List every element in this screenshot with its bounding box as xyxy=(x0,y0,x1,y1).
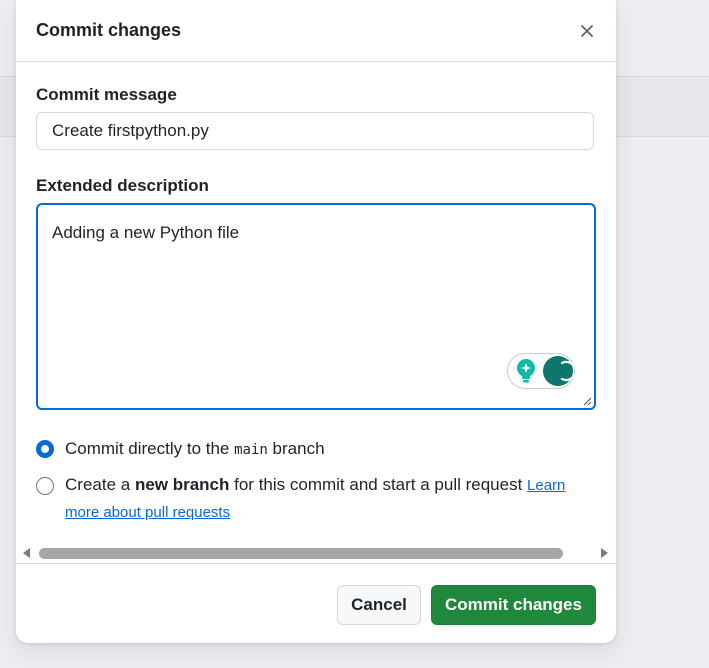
option-new-branch[interactable]: Create a new branch for this commit and … xyxy=(36,475,581,526)
scroll-thumb[interactable] xyxy=(39,548,563,559)
scroll-right-icon[interactable] xyxy=(600,547,610,559)
extended-description-text: Adding a new Python file xyxy=(52,223,240,242)
scroll-left-icon[interactable] xyxy=(21,547,31,559)
cancel-button[interactable]: Cancel xyxy=(337,585,421,625)
close-icon xyxy=(581,25,593,37)
commit-changes-button[interactable]: Commit changes xyxy=(431,585,596,625)
dialog-header: Commit changes xyxy=(16,0,616,62)
learn-more-link[interactable]: Learn xyxy=(527,477,565,494)
dialog-footer: Cancel Commit changes xyxy=(16,563,616,643)
resize-grip-icon[interactable] xyxy=(582,396,592,406)
extended-description-label: Extended description xyxy=(36,176,209,195)
horizontal-scrollbar[interactable] xyxy=(16,543,616,563)
option-new-branch-label: Create a new branch for this commit and … xyxy=(65,475,566,521)
option-commit-direct-label: Commit directly to the main branch xyxy=(65,439,325,458)
lightbulb-icon xyxy=(517,359,535,383)
radio-commit-direct[interactable] xyxy=(36,440,54,458)
branch-name: main xyxy=(234,442,268,458)
close-button[interactable] xyxy=(572,16,602,46)
commit-dialog: Commit changes Commit message Extended d… xyxy=(16,0,616,643)
extended-description-textarea[interactable]: Adding a new Python file xyxy=(36,203,596,410)
writing-assistant-widget[interactable] xyxy=(507,353,575,389)
grammarly-icon xyxy=(543,356,574,386)
dialog-title: Commit changes xyxy=(36,20,182,40)
radio-new-branch[interactable] xyxy=(36,477,54,495)
option-commit-direct[interactable]: Commit directly to the main branch xyxy=(36,439,325,459)
commit-message-label: Commit message xyxy=(36,85,177,104)
learn-more-link-continued[interactable]: more about pull requests xyxy=(65,504,230,521)
commit-message-input[interactable] xyxy=(36,112,594,150)
